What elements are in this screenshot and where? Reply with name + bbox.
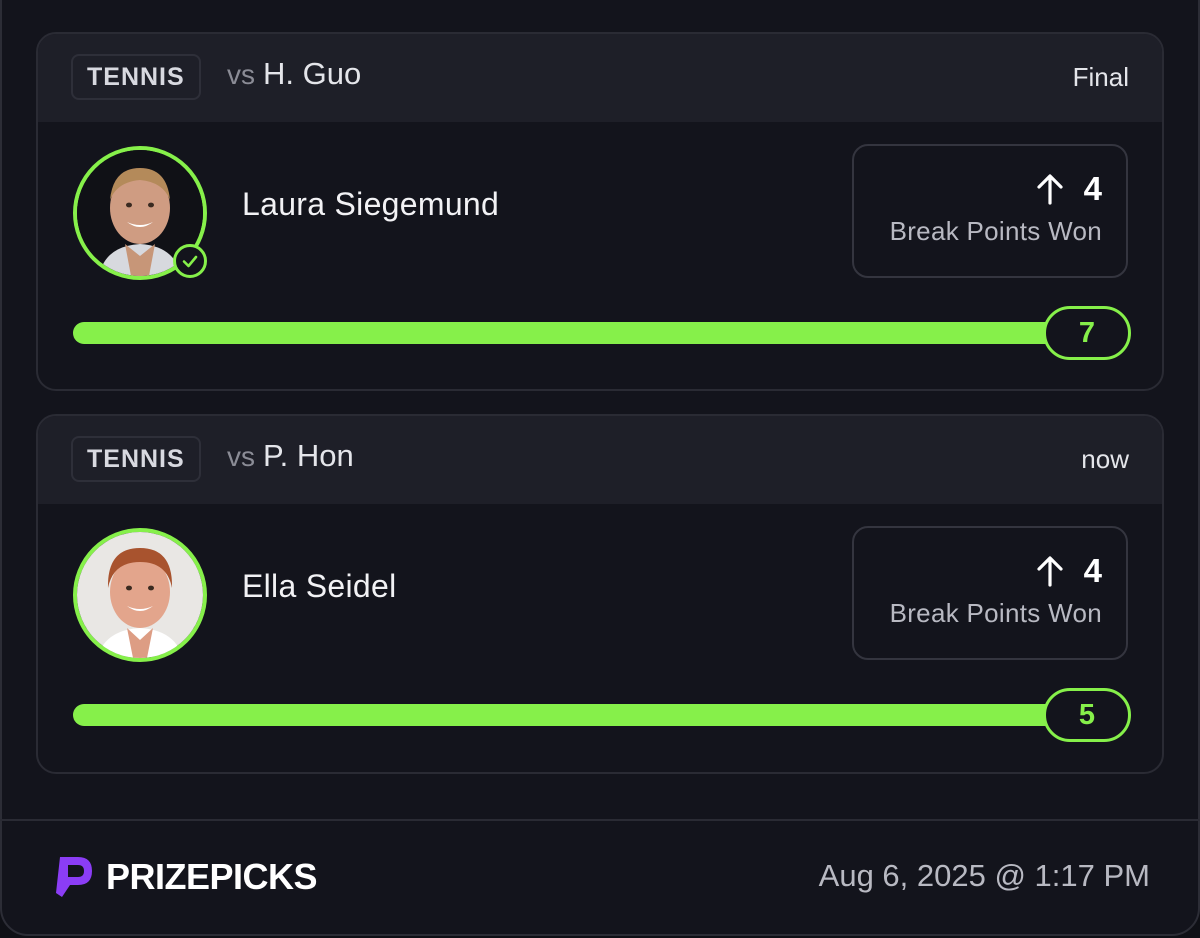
player-name: Laura Siegemund bbox=[242, 186, 500, 222]
stat-value: 4 bbox=[1083, 552, 1102, 589]
stat-value: 4 bbox=[1083, 170, 1102, 207]
result-value: 7 bbox=[1043, 306, 1131, 360]
player-avatar bbox=[73, 146, 207, 280]
card-header: TENNIS vs P. Hon now bbox=[38, 416, 1162, 504]
stat-label: Break Points Won bbox=[889, 216, 1102, 246]
opponent-name: H. Guo bbox=[263, 56, 362, 91]
arrow-up-icon bbox=[1037, 556, 1063, 587]
arrow-up-icon bbox=[1037, 174, 1063, 205]
footer: PRIZEPICKS Aug 6, 2025 @ 1:17 PM bbox=[0, 821, 1200, 938]
brand-logo[interactable]: PRIZEPICKS bbox=[48, 853, 318, 901]
game-status: Final bbox=[1072, 62, 1129, 92]
stat-box: 4 Break Points Won bbox=[852, 144, 1128, 278]
result-value: 5 bbox=[1043, 688, 1131, 742]
opponent-name: P. Hon bbox=[263, 438, 354, 473]
player-photo bbox=[77, 532, 203, 658]
brand-name: PRIZEPICKS bbox=[106, 856, 318, 897]
player-pick-card[interactable]: TENNIS vs H. Guo Final Laura Siegemund 4… bbox=[36, 32, 1164, 391]
check-icon bbox=[173, 244, 207, 278]
stat-line: 4 bbox=[854, 170, 1102, 208]
stat-box: 4 Break Points Won bbox=[852, 526, 1128, 660]
stat-label: Break Points Won bbox=[889, 598, 1102, 628]
player-name: Ella Seidel bbox=[242, 568, 397, 604]
prizepicks-logo-icon bbox=[56, 857, 92, 897]
card-header: TENNIS vs H. Guo Final bbox=[38, 34, 1162, 122]
game-status: now bbox=[1081, 444, 1129, 474]
opponent-label: vs P. Hon bbox=[227, 438, 354, 474]
sport-badge: TENNIS bbox=[71, 54, 201, 100]
vs-label: vs bbox=[227, 59, 255, 90]
vs-label: vs bbox=[227, 441, 255, 472]
progress-fill bbox=[73, 322, 1073, 344]
player-pick-card[interactable]: TENNIS vs P. Hon now Ella Seidel 4 Break… bbox=[36, 414, 1164, 774]
timestamp: Aug 6, 2025 @ 1:17 PM bbox=[818, 858, 1150, 893]
progress-track bbox=[73, 704, 1073, 726]
progress-track bbox=[73, 322, 1073, 344]
player-avatar bbox=[73, 528, 207, 662]
stat-line: 4 bbox=[854, 552, 1102, 590]
progress-fill bbox=[73, 704, 1073, 726]
progress-bar: 5 bbox=[73, 688, 1131, 744]
progress-bar: 7 bbox=[73, 306, 1131, 362]
opponent-label: vs H. Guo bbox=[227, 56, 361, 92]
sport-badge: TENNIS bbox=[71, 436, 201, 482]
